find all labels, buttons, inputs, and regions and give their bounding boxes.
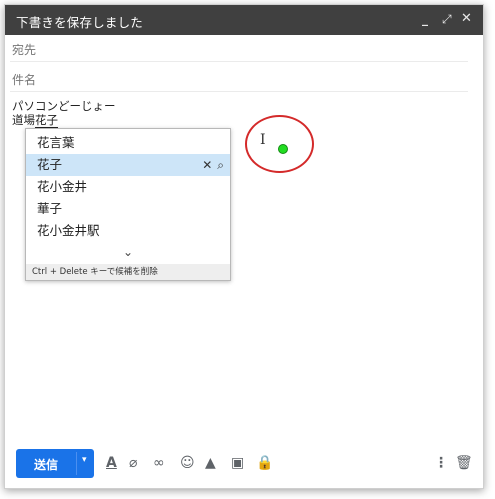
composing-text: 花子 (35, 113, 58, 128)
expand-icon[interactable]: ⤢ (442, 11, 452, 27)
ime-candidate[interactable]: 花小金井駅 (26, 220, 230, 242)
ime-candidate-window: 花言葉 花子 ✕ ⌕ 花小金井 華子 花小金井駅 ⌄ Ctrl + Delete … (25, 128, 231, 281)
body-line-2-prefix: 道場 (12, 113, 35, 127)
format-text-icon[interactable]: A (106, 455, 117, 471)
photo-icon[interactable]: ▣ (231, 455, 244, 471)
confidential-mode-icon[interactable]: 🔒 (256, 455, 273, 471)
compose-titlebar[interactable]: 下書きを保存しました _ ⤢ ✕ (5, 5, 483, 35)
subject-field[interactable]: 件名 (10, 62, 468, 92)
ime-candidate[interactable]: 華子 (26, 198, 230, 220)
compose-title: 下書きを保存しました (16, 15, 144, 30)
delete-candidate-icon[interactable]: ✕ (202, 158, 212, 172)
to-field[interactable]: 宛先 (10, 32, 468, 62)
send-button[interactable]: 送信 ▾ (16, 449, 94, 478)
drive-icon[interactable]: ▲ (205, 455, 216, 471)
body-line-2[interactable]: 道場花子 (12, 112, 58, 128)
ime-candidate[interactable]: 花小金井 (26, 176, 230, 198)
more-options-icon[interactable]: ⋮ (434, 455, 448, 471)
click-marker (278, 144, 288, 154)
ime-footer-hint: Ctrl + Delete キーで候補を削除 (26, 264, 230, 280)
ime-candidate-selected[interactable]: 花子 ✕ ⌕ (26, 154, 230, 176)
send-button-label: 送信 (34, 458, 59, 472)
send-options-icon[interactable]: ▾ (82, 455, 87, 465)
attach-icon[interactable]: ⌀ (129, 455, 137, 471)
ime-candidate[interactable]: 花言葉 (26, 132, 230, 154)
trash-icon[interactable]: 🗑 (455, 455, 473, 471)
candidate-actions: ✕ ⌕ (197, 154, 224, 176)
search-icon[interactable]: ⌕ (217, 158, 224, 172)
ime-candidate-label: 花子 (37, 157, 63, 172)
close-icon[interactable]: ✕ (461, 11, 472, 27)
minimize-icon[interactable]: _ (422, 11, 428, 27)
emoji-icon[interactable]: ☺ (180, 455, 195, 471)
link-icon[interactable]: ∞ (153, 455, 165, 471)
send-divider (76, 452, 77, 475)
chevron-down-icon[interactable]: ⌄ (26, 245, 230, 259)
